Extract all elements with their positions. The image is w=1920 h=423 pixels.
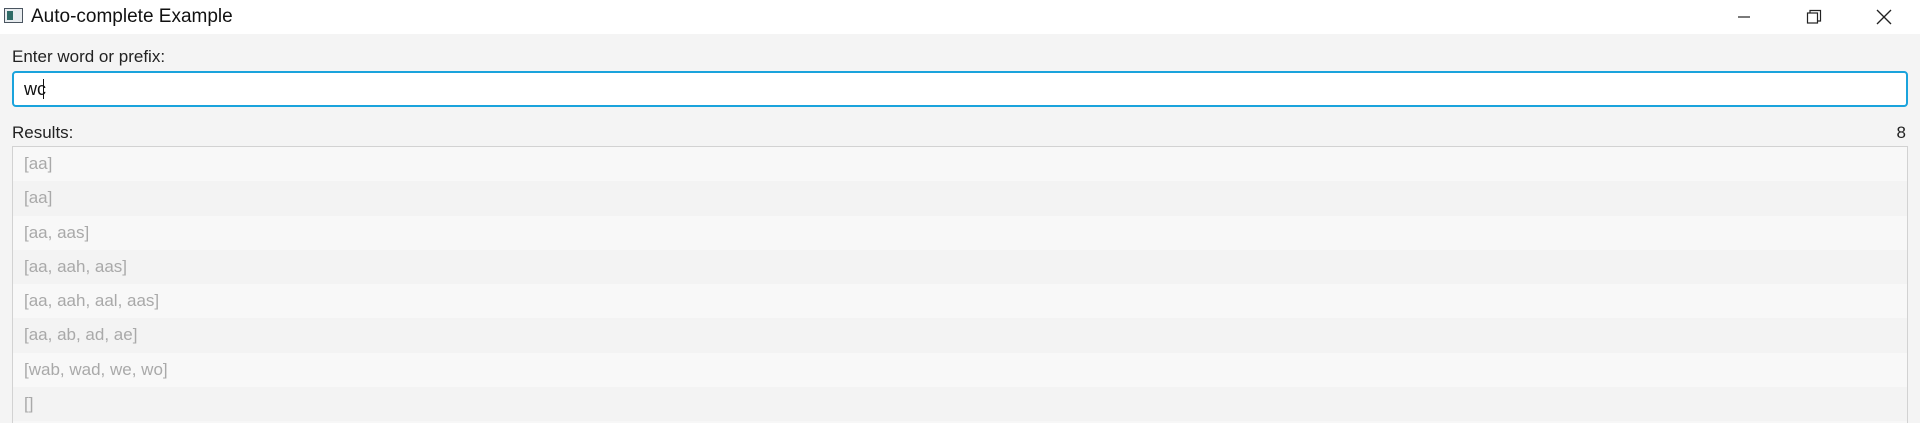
results-count: 8 (1896, 123, 1906, 142)
title-bar[interactable]: Auto-complete Example (0, 0, 1920, 34)
results-label: Results: (12, 123, 74, 142)
close-icon (1876, 9, 1892, 25)
results-list[interactable]: [aa] [aa] [aa, aas] [aa, aah, aas] [aa, … (12, 146, 1908, 423)
restore-button[interactable] (1779, 0, 1849, 34)
restore-icon (1806, 9, 1822, 24)
prompt-label: Enter word or prefix: (12, 47, 166, 66)
list-item[interactable]: [aa, aah, aas] (13, 249, 1907, 285)
java-app-icon (4, 8, 23, 23)
window-title: Auto-complete Example (31, 6, 233, 27)
list-item[interactable]: [wab, wad, we, wo] (13, 352, 1907, 388)
list-item[interactable]: [aa] (13, 181, 1907, 216)
close-button[interactable] (1849, 0, 1919, 34)
app-window: Auto-complete Example Enter word or pref… (0, 0, 1920, 423)
word-input-field[interactable]: wc (12, 71, 1908, 107)
text-caret (43, 79, 44, 99)
word-input-value[interactable]: wc (24, 79, 46, 100)
list-item[interactable]: [aa, aah, aal, aas] (13, 284, 1907, 319)
minimize-icon (1738, 16, 1750, 18)
list-item[interactable]: [aa, aas] (13, 215, 1907, 250)
list-item[interactable]: [] (13, 387, 1907, 422)
list-item[interactable]: [aa] (13, 147, 1907, 182)
list-item[interactable]: [aa, ab, ad, ae] (13, 318, 1907, 353)
minimize-button[interactable] (1709, 0, 1779, 34)
